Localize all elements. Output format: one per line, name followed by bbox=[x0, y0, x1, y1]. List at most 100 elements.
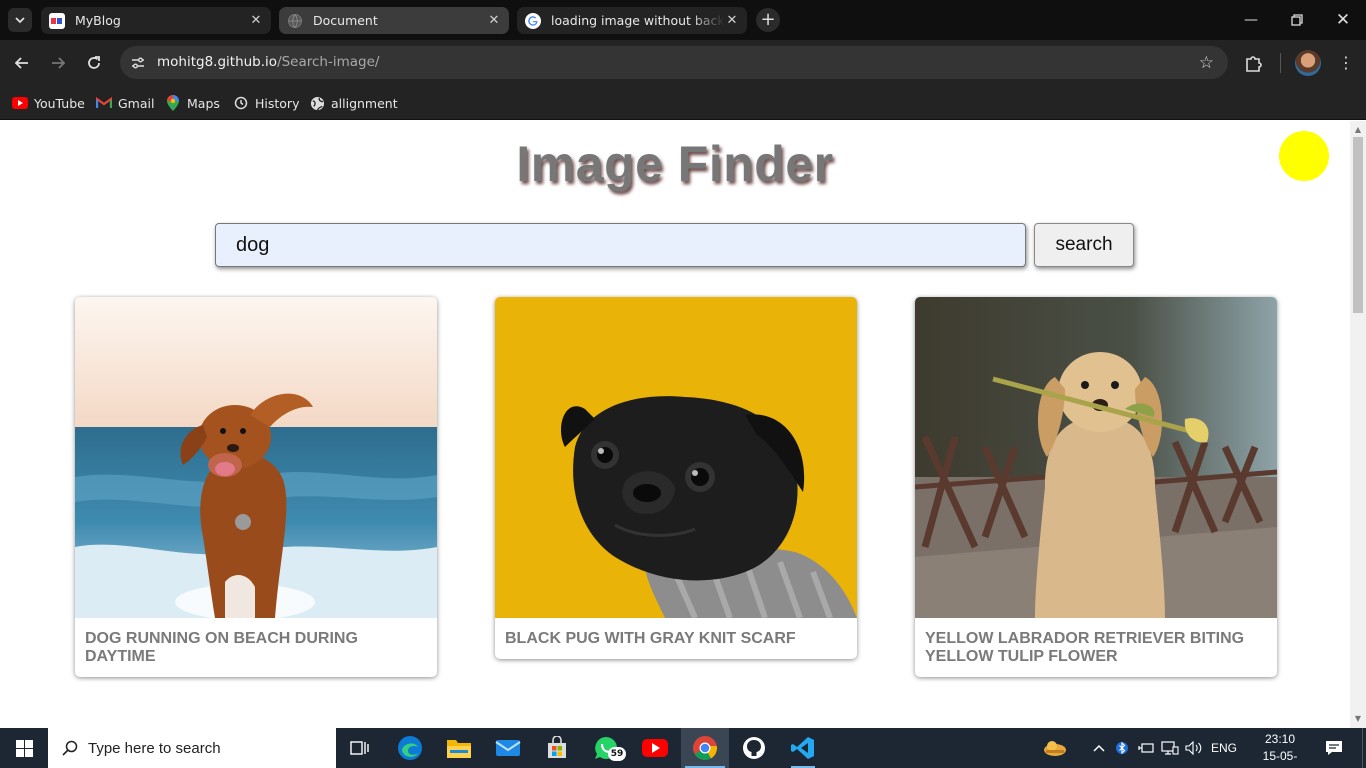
extensions-puzzle-icon[interactable] bbox=[1243, 52, 1265, 74]
close-window-button[interactable]: ✕ bbox=[1328, 8, 1358, 32]
myblog-favicon-icon bbox=[49, 12, 65, 29]
start-button[interactable] bbox=[0, 728, 48, 768]
forward-button[interactable] bbox=[45, 50, 71, 76]
chrome-icon bbox=[693, 736, 717, 761]
arrow-left-icon bbox=[14, 57, 28, 69]
taskbar-whatsapp[interactable]: 59 bbox=[582, 728, 630, 768]
notification-center-button[interactable] bbox=[1320, 728, 1348, 768]
show-hidden-icons-button[interactable] bbox=[1090, 728, 1108, 768]
tab-myblog[interactable]: MyBlog ✕ bbox=[41, 7, 271, 34]
github-icon bbox=[743, 737, 765, 759]
edge-icon bbox=[398, 736, 422, 760]
taskbar-store[interactable] bbox=[533, 728, 581, 768]
bookmark-history[interactable]: History bbox=[233, 94, 299, 112]
search-button[interactable]: search bbox=[1034, 223, 1134, 267]
yellow-circle-decoration bbox=[1279, 131, 1329, 181]
bookmark-label: Maps bbox=[187, 95, 220, 111]
tab-title: Document bbox=[313, 13, 378, 28]
globe-icon bbox=[287, 13, 303, 29]
scroll-up-arrow-icon[interactable]: ▲ bbox=[1350, 123, 1366, 137]
taskbar-youtube[interactable] bbox=[631, 728, 679, 768]
search-input[interactable] bbox=[215, 223, 1026, 267]
close-tab-icon[interactable]: ✕ bbox=[487, 13, 501, 28]
minimize-button[interactable]: — bbox=[1236, 8, 1266, 32]
chevron-up-icon bbox=[1093, 744, 1105, 752]
show-desktop-button[interactable] bbox=[1362, 728, 1366, 768]
maps-icon bbox=[165, 95, 181, 111]
reload-button[interactable] bbox=[81, 50, 107, 76]
url-text: mohitg8.github.io/Search-image/ bbox=[157, 46, 379, 79]
bookmark-youtube[interactable]: YouTube bbox=[12, 94, 85, 112]
result-image-dog-beach[interactable] bbox=[75, 297, 437, 618]
bookmark-label: allignment bbox=[331, 95, 398, 111]
bookmark-label: Gmail bbox=[118, 95, 155, 111]
bookmark-gmail[interactable]: Gmail bbox=[96, 94, 154, 112]
arrow-right-icon bbox=[52, 57, 66, 69]
tab-title: loading image without background bbox=[551, 13, 725, 28]
result-card[interactable]: DOG RUNNING ON BEACH DURING DAYTIME bbox=[75, 297, 437, 677]
store-icon bbox=[548, 736, 566, 758]
tray-weather-widget[interactable] bbox=[1040, 728, 1070, 768]
url-host: mohitg8.github.io bbox=[157, 54, 278, 70]
taskbar-search-box[interactable]: Type here to search bbox=[48, 728, 336, 768]
new-tab-button[interactable]: + bbox=[756, 8, 780, 32]
back-button[interactable] bbox=[9, 50, 35, 76]
address-bar[interactable]: mohitg8.github.io/Search-image/ ☆ bbox=[120, 46, 1228, 79]
clock-time: 23:10 bbox=[1264, 732, 1296, 746]
result-card[interactable]: BLACK PUG WITH GRAY KNIT SCARF bbox=[495, 297, 857, 659]
scrollbar-thumb[interactable] bbox=[1353, 137, 1363, 313]
clock-date: 15-05-2024 bbox=[1262, 749, 1298, 768]
restore-icon bbox=[1291, 14, 1303, 26]
site-settings-icon[interactable] bbox=[130, 55, 146, 71]
language-indicator[interactable]: ENG bbox=[1208, 728, 1240, 768]
power-tray-icon[interactable] bbox=[1137, 728, 1155, 768]
battery-plug-icon bbox=[1138, 743, 1154, 753]
close-tab-icon[interactable]: ✕ bbox=[249, 13, 263, 28]
notification-icon bbox=[1326, 741, 1342, 755]
bluetooth-icon bbox=[1116, 741, 1128, 755]
bookmark-label: YouTube bbox=[34, 95, 85, 111]
youtube-icon bbox=[642, 739, 668, 757]
task-view-icon bbox=[350, 741, 369, 755]
taskbar-search-placeholder: Type here to search bbox=[88, 739, 221, 757]
tab-google-search[interactable]: loading image without background ✕ bbox=[517, 7, 747, 34]
taskbar-edge[interactable] bbox=[386, 728, 434, 768]
close-tab-icon[interactable]: ✕ bbox=[725, 13, 739, 28]
speaker-icon bbox=[1185, 741, 1202, 755]
result-image-labrador-tulip[interactable] bbox=[915, 297, 1277, 618]
weather-icon bbox=[1044, 741, 1066, 756]
bookmark-maps[interactable]: Maps bbox=[165, 94, 220, 112]
history-icon bbox=[233, 95, 249, 111]
result-caption: BLACK PUG WITH GRAY KNIT SCARF bbox=[505, 630, 796, 647]
page-scrollbar[interactable]: ▲ ▼ bbox=[1350, 121, 1366, 728]
taskbar-mail[interactable] bbox=[484, 728, 532, 768]
profile-avatar[interactable] bbox=[1295, 50, 1321, 76]
restore-button[interactable] bbox=[1282, 8, 1312, 32]
gmail-icon bbox=[96, 95, 112, 111]
task-view-button[interactable] bbox=[336, 728, 384, 768]
network-icon bbox=[1161, 741, 1179, 755]
taskbar-chrome[interactable] bbox=[681, 728, 729, 768]
browser-toolbar: mohitg8.github.io/Search-image/ ☆ ⋮ bbox=[0, 40, 1366, 86]
result-image-black-pug[interactable] bbox=[495, 297, 857, 618]
bookmark-allignment[interactable]: allignment bbox=[309, 94, 398, 112]
tab-search-menu-button[interactable] bbox=[8, 8, 32, 32]
vscode-icon bbox=[791, 737, 814, 759]
browser-menu-button[interactable]: ⋮ bbox=[1338, 50, 1354, 76]
network-tray-icon[interactable] bbox=[1160, 728, 1180, 768]
bookmarks-bar: YouTube Gmail Maps History allignment bbox=[0, 86, 1366, 120]
taskbar-vscode[interactable] bbox=[779, 728, 827, 768]
chevron-down-icon bbox=[15, 17, 25, 24]
mail-icon bbox=[495, 740, 521, 756]
bookmark-star-icon[interactable]: ☆ bbox=[1199, 53, 1214, 73]
tab-document[interactable]: Document ✕ bbox=[279, 7, 509, 34]
tab-title: MyBlog bbox=[75, 13, 121, 28]
scroll-down-arrow-icon[interactable]: ▼ bbox=[1350, 712, 1366, 726]
bluetooth-tray-icon[interactable] bbox=[1114, 728, 1130, 768]
taskbar-github-desktop[interactable] bbox=[730, 728, 778, 768]
taskbar-clock[interactable]: 23:10 15-05-2024 bbox=[1252, 731, 1308, 768]
taskbar-file-explorer[interactable] bbox=[435, 728, 483, 768]
volume-tray-icon[interactable] bbox=[1184, 728, 1204, 768]
windows-taskbar: Type here to search 59 ENG 23:10 15-05- bbox=[0, 728, 1366, 768]
result-card[interactable]: YELLOW LABRADOR RETRIEVER BITING YELLOW … bbox=[915, 297, 1277, 677]
